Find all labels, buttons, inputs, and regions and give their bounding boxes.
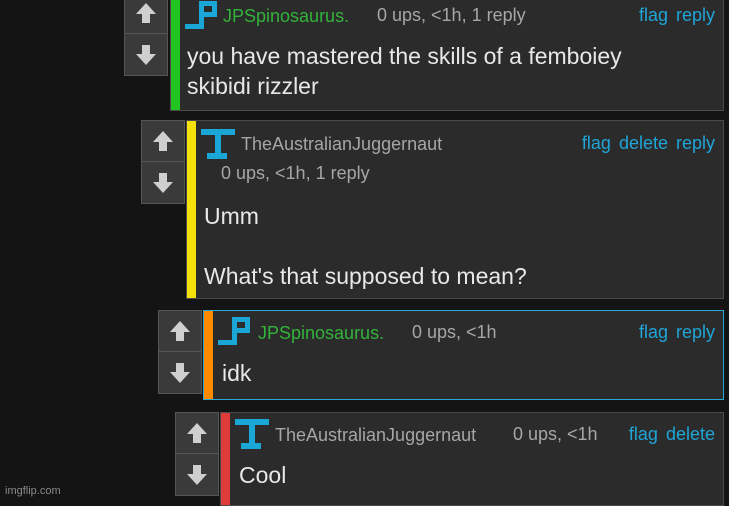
username-link[interactable]: TheAustralianJuggernaut — [275, 425, 476, 446]
arrow-up-icon — [136, 3, 156, 23]
upvote-button[interactable] — [175, 412, 219, 454]
thread-depth-bar — [171, 0, 180, 110]
reply-link[interactable]: reply — [676, 5, 715, 25]
delete-link[interactable]: delete — [619, 133, 668, 153]
user-avatar-icon[interactable] — [185, 1, 219, 31]
user-avatar-icon[interactable] — [201, 129, 235, 159]
reply-link[interactable]: reply — [676, 133, 715, 153]
flag-link[interactable]: flag — [639, 322, 668, 342]
comment-text: Umm What's that supposed to mean? — [204, 203, 527, 289]
site-watermark: imgflip.com — [5, 485, 61, 497]
flag-link[interactable]: flag — [639, 5, 668, 25]
upvote-button[interactable] — [141, 120, 185, 162]
comment-meta: 0 ups, <1h — [412, 322, 497, 342]
user-avatar-icon[interactable] — [235, 419, 269, 449]
flag-link[interactable]: flag — [582, 133, 611, 153]
arrow-down-icon — [187, 464, 207, 485]
comment-2: TheAustralianJuggernaut flag delete reply … — [141, 120, 724, 299]
username-link[interactable]: JPSpinosaurus. — [223, 6, 349, 27]
comment-text: Cool — [239, 462, 287, 488]
comment-box: TheAustralianJuggernaut flag delete reply … — [186, 120, 724, 299]
comment-box: JPSpinosaurus. 0 ups, <1h, 1 reply flag r… — [170, 0, 724, 111]
comment-1: JPSpinosaurus. 0 ups, <1h, 1 reply flag r… — [124, 0, 724, 111]
thread-depth-bar — [187, 121, 196, 298]
comment-4: TheAustralianJuggernaut 0 ups, <1h flag d… — [175, 412, 724, 506]
upvote-button[interactable] — [158, 310, 202, 352]
thread-depth-bar — [221, 413, 230, 505]
comment-actions: flag reply — [631, 5, 715, 26]
downvote-button[interactable] — [141, 162, 185, 204]
upvote-button[interactable] — [124, 0, 168, 34]
vote-controls — [175, 412, 219, 496]
username-link[interactable]: TheAustralianJuggernaut — [241, 134, 442, 155]
comment-actions: flag delete reply — [574, 133, 715, 154]
downvote-button[interactable] — [175, 454, 219, 496]
arrow-up-icon — [170, 321, 190, 341]
comment-3: JPSpinosaurus. 0 ups, <1h flag reply idk — [158, 310, 724, 400]
flag-link[interactable]: flag — [629, 424, 658, 444]
comment-box: TheAustralianJuggernaut 0 ups, <1h flag d… — [220, 412, 724, 506]
vote-controls — [141, 120, 185, 204]
arrow-down-icon — [170, 362, 190, 383]
downvote-button[interactable] — [158, 352, 202, 394]
vote-controls — [124, 0, 168, 76]
comment-meta: 0 ups, <1h — [513, 424, 598, 444]
arrow-up-icon — [153, 131, 173, 151]
downvote-button[interactable] — [124, 34, 168, 76]
comment-text: you have mastered the skills of a femboi… — [187, 43, 622, 99]
comment-actions: flag reply — [631, 322, 715, 343]
comment-meta: 0 ups, <1h, 1 reply — [377, 5, 526, 25]
comment-meta: 0 ups, <1h, 1 reply — [221, 163, 370, 183]
arrow-down-icon — [153, 172, 173, 193]
delete-link[interactable]: delete — [666, 424, 715, 444]
vote-controls — [158, 310, 202, 394]
user-avatar-icon[interactable] — [218, 317, 252, 347]
comment-actions: flag delete — [621, 424, 715, 445]
reply-link[interactable]: reply — [676, 322, 715, 342]
arrow-up-icon — [187, 423, 207, 443]
comment-text: idk — [222, 360, 252, 386]
username-link[interactable]: JPSpinosaurus. — [258, 323, 384, 344]
arrow-down-icon — [136, 44, 156, 65]
thread-depth-bar — [204, 311, 213, 399]
comment-box: JPSpinosaurus. 0 ups, <1h flag reply idk — [203, 310, 724, 400]
